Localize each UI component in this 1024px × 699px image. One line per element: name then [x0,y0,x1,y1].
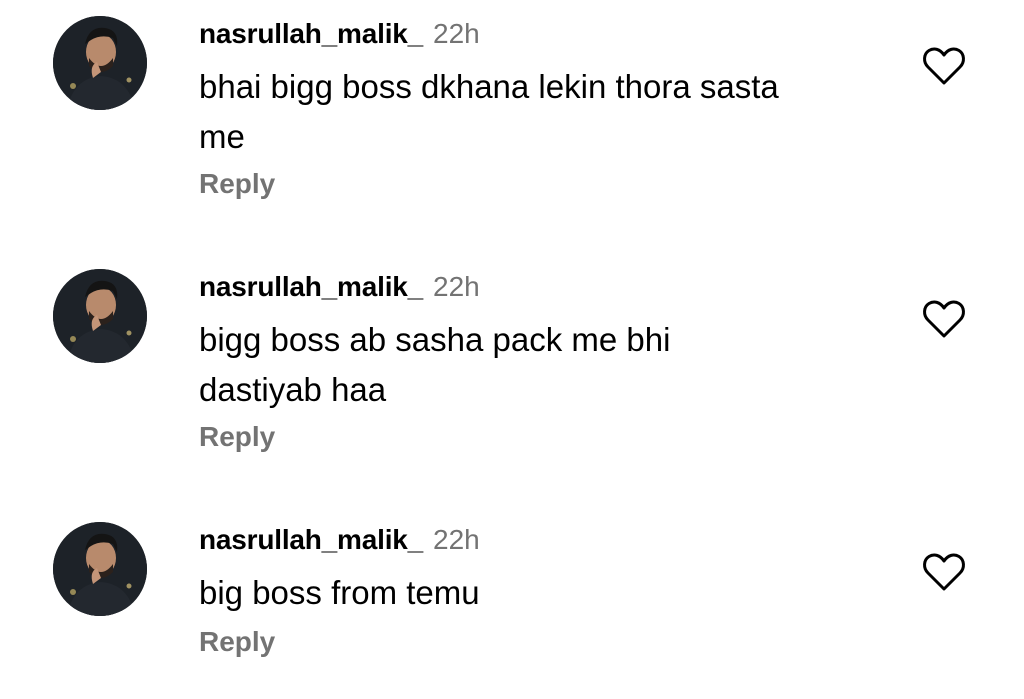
heart-outline-icon [923,300,965,338]
comment-text: bhai bigg boss dkhana lekin thora sasta … [199,68,779,155]
timestamp: 22h [433,18,480,49]
like-button[interactable] [922,552,966,592]
avatar[interactable] [53,522,147,616]
heart-outline-icon [923,47,965,85]
avatar[interactable] [53,16,147,110]
comment-item: nasrullah_malik_ 22h bigg boss ab sasha p… [0,253,1024,473]
timestamp: 22h [433,271,480,302]
avatar[interactable] [53,269,147,363]
heart-outline-icon [923,553,965,591]
comment-meta: nasrullah_malik_ 22h [199,14,480,54]
comment-meta: nasrullah_malik_ 22h [199,267,480,307]
avatar-image [53,16,147,110]
like-button[interactable] [922,46,966,86]
comment-item: nasrullah_malik_ 22h bhai bigg boss dkhan… [0,0,1024,220]
comment-text: bigg boss ab sasha pack me bhi dastiyab … [199,321,671,408]
username-link[interactable]: nasrullah_malik_ [199,18,423,49]
avatar-image [53,269,147,363]
comment-text: big boss from temu [199,574,480,611]
comment-item: nasrullah_malik_ 22h big boss from temu R… [0,506,1024,696]
username-link[interactable]: nasrullah_malik_ [199,271,423,302]
like-button[interactable] [922,299,966,339]
reply-button[interactable]: Reply [199,166,275,202]
username-link[interactable]: nasrullah_malik_ [199,524,423,555]
timestamp: 22h [433,524,480,555]
reply-button[interactable]: Reply [199,419,275,455]
reply-button[interactable]: Reply [199,624,275,660]
comment-meta: nasrullah_malik_ 22h [199,520,480,560]
avatar-image [53,522,147,616]
